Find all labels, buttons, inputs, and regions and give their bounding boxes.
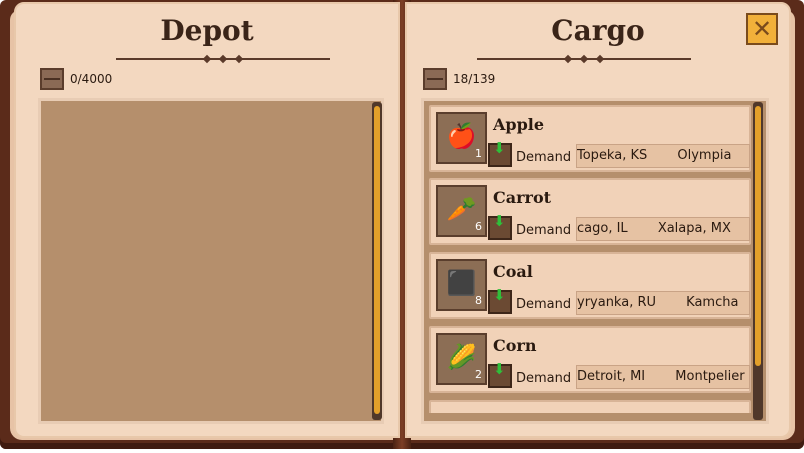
depot-scroll-thumb[interactable] bbox=[374, 106, 380, 414]
destination-city: cago, IL bbox=[577, 221, 628, 236]
download-arrow-icon: ⬇ bbox=[493, 360, 506, 378]
download-arrow-icon: ⬇ bbox=[493, 139, 506, 157]
cargo-capacity: 18/139 bbox=[423, 68, 495, 90]
cargo-item[interactable]: ⬛ 8 Coal ⬇ Demand yryanka, RU Kamcha bbox=[429, 252, 751, 319]
cargo-item[interactable]: 🌽 2 Corn ⬇ Demand Detroit, MI Montpelier bbox=[429, 326, 751, 393]
cargo-item-name: Corn bbox=[493, 336, 537, 355]
destination-city: Xalapa, MX bbox=[657, 221, 731, 236]
unload-button[interactable]: ⬇ bbox=[488, 139, 512, 167]
destination-city: Olympia bbox=[677, 148, 732, 163]
unload-button[interactable]: ⬇ bbox=[488, 360, 512, 388]
cargo-scroll-thumb[interactable] bbox=[755, 106, 761, 366]
download-arrow-icon: ⬇ bbox=[493, 286, 506, 304]
demand-destinations[interactable]: cago, IL Xalapa, MX bbox=[576, 217, 750, 241]
destination-city: Montpelier bbox=[675, 369, 745, 384]
cargo-item-quantity: 1 bbox=[475, 147, 482, 160]
cargo-item-thumbnail: 🍎 1 bbox=[436, 112, 487, 164]
demand-label: Demand bbox=[516, 223, 572, 238]
book: Depot 0/4000 Cargo 18/139 🍎 1 Apple ⬇ De… bbox=[0, 0, 804, 453]
unload-button[interactable]: ⬇ bbox=[488, 212, 512, 240]
cargo-capacity-value: 18/139 bbox=[453, 72, 496, 86]
destination-city: Kamcha bbox=[686, 295, 739, 310]
cargo-title-flourish bbox=[477, 54, 691, 64]
cargo-item[interactable]: 🍎 1 Apple ⬇ Demand Topeka, KS Olympia bbox=[429, 105, 751, 172]
download-arrow-icon: ⬇ bbox=[493, 212, 506, 230]
demand-label: Demand bbox=[516, 371, 572, 386]
cargo-item-name: Carrot bbox=[493, 188, 552, 207]
depot-capacity: 0/4000 bbox=[40, 68, 112, 90]
cargo-item-thumbnail: 🥕 6 bbox=[436, 185, 487, 237]
demand-destinations[interactable]: yryanka, RU Kamcha bbox=[576, 291, 750, 315]
demand-destinations[interactable]: Detroit, MI Montpelier bbox=[576, 365, 750, 389]
cargo-items-list: 🍎 1 Apple ⬇ Demand Topeka, KS Olympia 🥕 … bbox=[429, 101, 751, 413]
apple-icon: 🍎 bbox=[446, 122, 477, 150]
unload-button[interactable]: ⬇ bbox=[488, 286, 512, 314]
destination-city: Topeka, KS bbox=[577, 148, 648, 163]
cargo-item-thumbnail: ⬛ 8 bbox=[436, 259, 487, 311]
cargo-item-quantity: 8 bbox=[475, 294, 482, 307]
demand-label: Demand bbox=[516, 150, 572, 165]
cargo-item-quantity: 2 bbox=[475, 368, 482, 381]
destination-city: yryanka, RU bbox=[577, 295, 657, 310]
cargo-item-quantity: 6 bbox=[475, 220, 482, 233]
cargo-item-name: Coal bbox=[493, 262, 533, 281]
cargo-title: Cargo bbox=[551, 14, 645, 47]
destination-city: Detroit, MI bbox=[577, 369, 646, 384]
depot-capacity-value: 0/4000 bbox=[70, 72, 113, 86]
depot-title: Depot bbox=[160, 14, 254, 47]
storage-box-icon bbox=[423, 68, 447, 90]
carrot-icon: 🥕 bbox=[446, 195, 477, 223]
corn-icon: 🌽 bbox=[446, 343, 477, 371]
close-button[interactable]: ✕ bbox=[746, 13, 778, 45]
depot-storage-panel[interactable] bbox=[38, 98, 384, 424]
close-icon: ✕ bbox=[751, 15, 773, 43]
cargo-scrollbar[interactable] bbox=[753, 102, 763, 420]
coal-icon: ⬛ bbox=[446, 269, 477, 297]
demand-label: Demand bbox=[516, 297, 572, 312]
depot-scrollbar[interactable] bbox=[372, 102, 382, 420]
storage-box-icon bbox=[40, 68, 64, 90]
cargo-item-thumbnail: 🌽 2 bbox=[436, 333, 487, 385]
demand-destinations[interactable]: Topeka, KS Olympia bbox=[576, 144, 750, 168]
depot-page: Depot 0/4000 bbox=[14, 2, 400, 438]
depot-title-flourish bbox=[116, 54, 330, 64]
cargo-item[interactable]: 🥕 6 Carrot ⬇ Demand cago, IL Xalapa, MX bbox=[429, 178, 751, 245]
cargo-item-partial[interactable] bbox=[429, 400, 751, 413]
cargo-item-name: Apple bbox=[493, 115, 545, 134]
